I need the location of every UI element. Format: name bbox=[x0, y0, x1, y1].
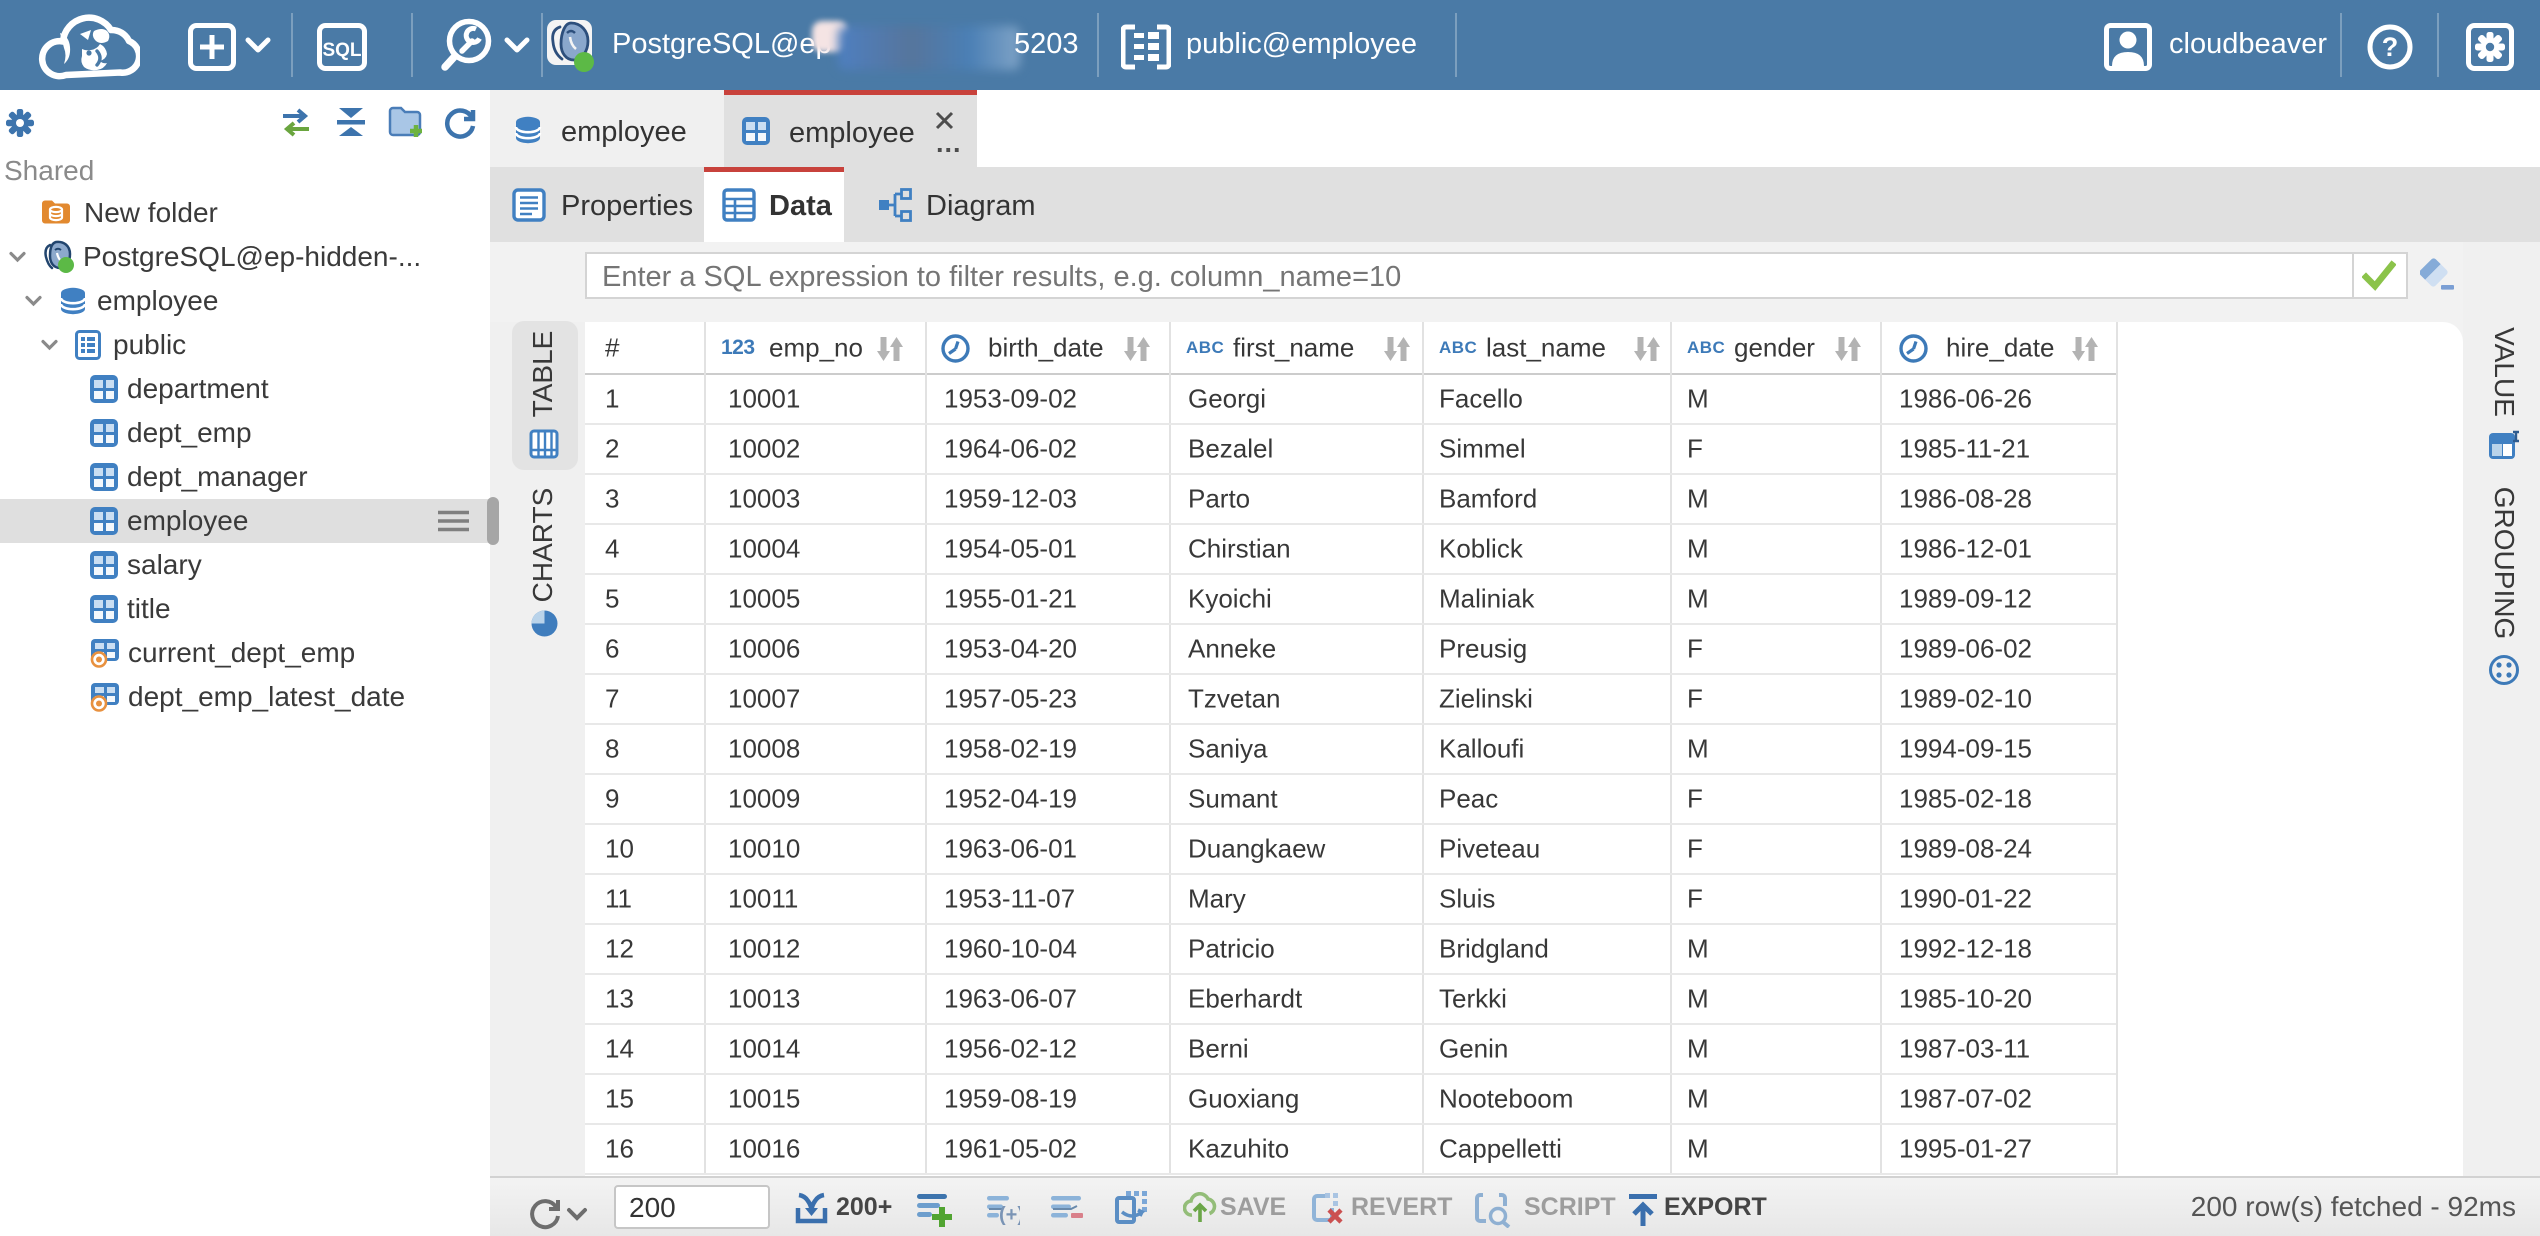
svg-text:?: ? bbox=[2382, 32, 2399, 62]
svg-text:(+): (+) bbox=[999, 1204, 1020, 1226]
svg-text:SQL: SQL bbox=[322, 40, 361, 61]
